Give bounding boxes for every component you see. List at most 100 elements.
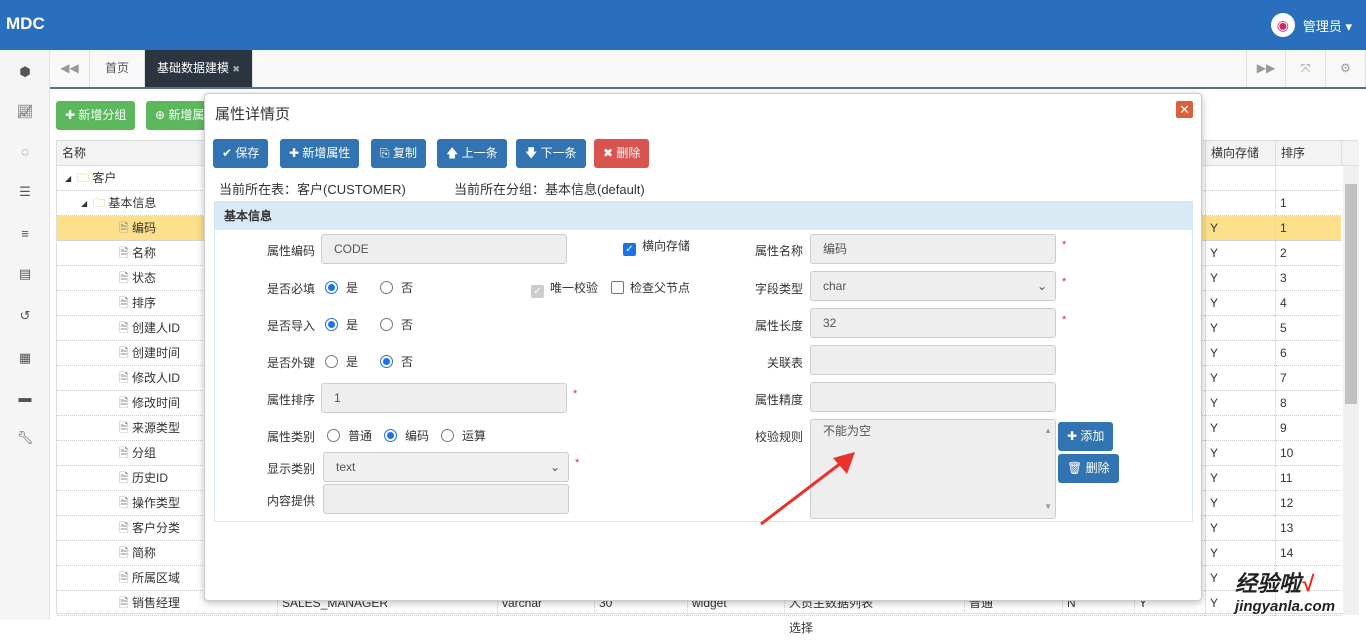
file-icon: 🗎 [119, 596, 129, 610]
fk-label: 是否外键 [266, 356, 315, 370]
archive-icon[interactable]: ▬ [0, 390, 50, 405]
tab-data-modeling[interactable]: 基础数据建模 ✖ [145, 50, 253, 87]
row-name: 操作类型 [132, 496, 181, 510]
avatar-icon: ◉ [1270, 13, 1295, 37]
chevron-down-icon: ⌄ [549, 460, 560, 474]
horizontal-checkbox[interactable]: ✓ 横向存储 [623, 237, 690, 256]
row-name: 状态 [132, 271, 157, 285]
length-input[interactable]: 32 [810, 308, 1056, 338]
horizontal-cell: Y [1205, 366, 1275, 391]
import-radio[interactable]: 是否 [325, 316, 413, 333]
cube-icon[interactable]: ⬢ [0, 64, 50, 80]
horizontal-cell: Y [1205, 341, 1275, 366]
code-input[interactable]: CODE [321, 234, 567, 264]
horizontal-cell [1205, 191, 1275, 216]
display-label: 显示类别 [266, 462, 315, 476]
sort-cell: 11 [1275, 466, 1341, 491]
file-icon: 🗎 [119, 346, 129, 360]
gear-icon[interactable]: ⚙ [1326, 50, 1366, 87]
add-rule-button[interactable]: ✚ 添加 [1058, 422, 1114, 451]
file-icon: 🗎 [119, 471, 129, 485]
file-icon: 🗎 [119, 421, 129, 435]
display-select[interactable]: text ⌄ [323, 452, 569, 482]
name-input[interactable]: 编码 [810, 234, 1056, 264]
content-input[interactable] [323, 484, 569, 514]
sort-cell: 10 [1275, 441, 1341, 466]
add-attribute-button[interactable]: ✚ 新增属性 [280, 139, 360, 168]
delete-rule-button[interactable]: 🗑︎ 删除 [1058, 454, 1119, 483]
current-group: 当前所在分组：基本信息(default) [454, 182, 645, 197]
chevron-down-icon: ⌄ [1036, 279, 1047, 293]
fieldtype-select[interactable]: char ⌄ [810, 271, 1056, 301]
sort-cell: 9 [1275, 416, 1341, 441]
precision-input[interactable] [810, 382, 1056, 412]
file-icon: 🗎 [119, 571, 129, 585]
fk-radio[interactable]: 是否 [325, 353, 413, 370]
file-icon: 🗎 [119, 321, 129, 335]
fieldtype-label: 字段类型 [754, 282, 803, 296]
col-sort[interactable]: 排序 [1275, 141, 1341, 166]
folder-icon: 🗀 [93, 196, 106, 210]
add-group-button[interactable]: ✚ 新增分组 [56, 101, 136, 130]
prev-button[interactable]: 🡅 上一条 [437, 139, 507, 168]
copy-button[interactable]: ⎘ 复制 [371, 139, 426, 168]
horizontal-cell: Y [1205, 466, 1275, 491]
list-icon[interactable]: ≡ [0, 226, 50, 241]
chart-line-icon[interactable]: 📈︎ [0, 104, 50, 120]
save-button[interactable]: ✔ 保存 [213, 139, 269, 168]
panel-heading: 基本信息 [215, 202, 1192, 230]
row-name: 创建时间 [132, 346, 181, 360]
check-parent-checkbox[interactable]: 检查父节点 [611, 279, 690, 296]
horizontal-cell: Y [1205, 216, 1275, 241]
database-icon[interactable]: ☰ [0, 184, 50, 200]
horizontal-cell: Y [1205, 316, 1275, 341]
delete-button[interactable]: ✖ 删除 [594, 139, 650, 168]
fullscreen-icon[interactable]: ⤧ [1286, 50, 1326, 87]
close-tab-icon[interactable]: ✖ [232, 64, 240, 74]
code-label: 属性编码 [266, 244, 315, 258]
dialog-title: 属性详情页 [215, 106, 291, 123]
spinner-icon[interactable]: ◌ [0, 144, 50, 159]
file-icon: 🗎 [119, 496, 129, 510]
horizontal-cell: Y [1205, 416, 1275, 441]
close-icon[interactable]: ✕ [1176, 101, 1193, 118]
ref-input[interactable] [810, 345, 1056, 375]
card-icon[interactable]: ▤ [0, 266, 50, 282]
rule-item[interactable]: 不能为空 [823, 424, 871, 438]
wrench-icon[interactable]: 🔧︎ [0, 430, 50, 446]
category-radio[interactable]: 普通 编码 运算 [327, 427, 486, 444]
tab-label: 基础数据建模 [157, 61, 230, 75]
file-icon: 🗎 [119, 271, 129, 285]
scroll-left-icon[interactable]: ◀◀ [50, 50, 90, 87]
col-horizontal[interactable]: 横向存储 [1205, 141, 1275, 166]
file-icon: 🗎 [119, 246, 129, 260]
scroll-right-icon[interactable]: ▶▶ [1246, 50, 1286, 87]
horizontal-cell: Y [1205, 491, 1275, 516]
history-icon[interactable]: ↺ [0, 308, 50, 324]
current-table: 当前所在表：客户(CUSTOMER) [219, 182, 406, 197]
sort-cell: 1 [1275, 216, 1341, 241]
film-icon[interactable]: ▦ [0, 350, 50, 366]
required-radio[interactable]: 是否 [325, 279, 413, 296]
col-spacer [1341, 141, 1359, 166]
row-name: 客户 [92, 171, 117, 185]
order-input[interactable]: 1 [321, 383, 567, 413]
folder-icon: 🗀 [77, 171, 90, 185]
horizontal-cell: Y [1205, 516, 1275, 541]
red-arrow-annotation [760, 452, 855, 526]
scrollbar[interactable] [1343, 166, 1359, 615]
tab-home[interactable]: 首页 [90, 50, 145, 87]
row-name: 编码 [132, 221, 157, 235]
horizontal-cell [1205, 166, 1275, 191]
sort-cell: 8 [1275, 391, 1341, 416]
user-name: 管理员 ▾ [1302, 18, 1352, 34]
horizontal-cell: Y [1205, 541, 1275, 566]
next-button[interactable]: 🡇 下一条 [516, 139, 586, 168]
scrollbar-thumb[interactable] [1345, 184, 1357, 404]
sort-cell: 5 [1275, 316, 1341, 341]
length-label: 属性长度 [754, 319, 803, 333]
sort-cell: 14 [1275, 541, 1341, 566]
required-mark: * [575, 457, 580, 469]
horizontal-cell: Y [1205, 441, 1275, 466]
user-menu[interactable]: ◉ 管理员 ▾ [1270, 13, 1352, 37]
